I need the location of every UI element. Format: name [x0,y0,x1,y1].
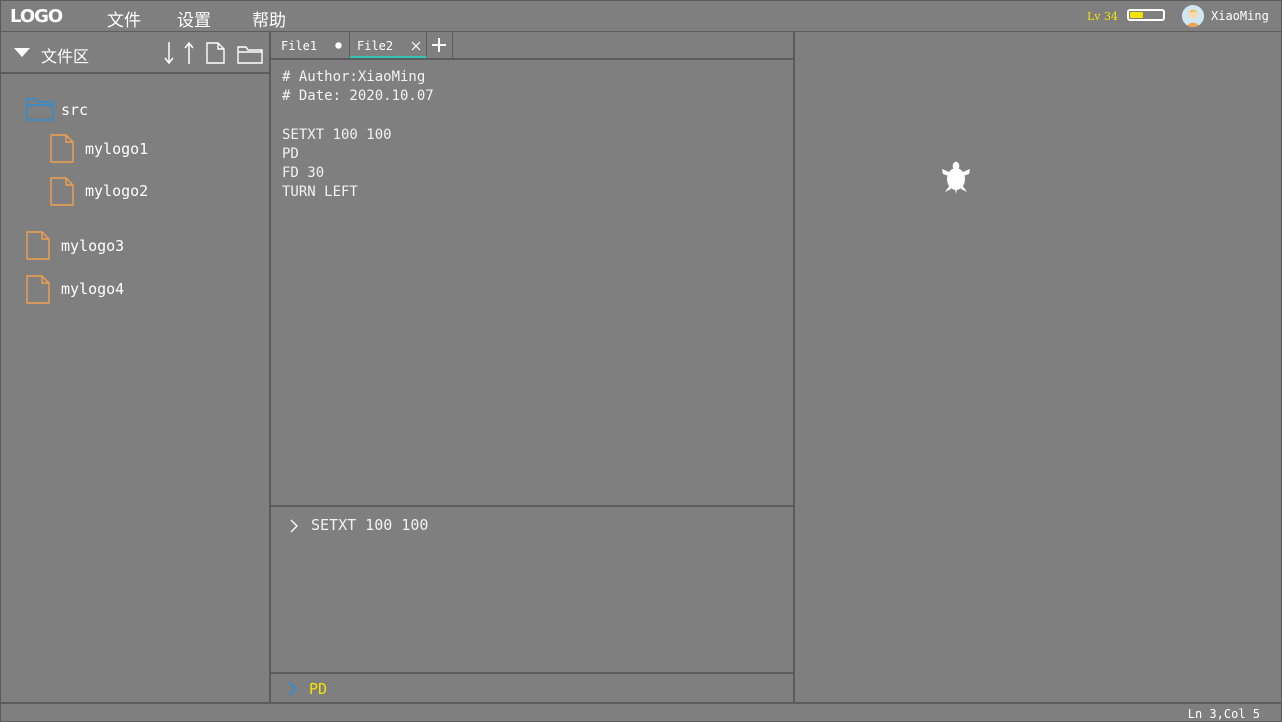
tree-file[interactable]: mylogo4 [61,280,124,298]
file-explorer-title: 文件区 [41,47,90,66]
menu-settings[interactable]: 设置 [177,6,211,31]
tab-label: File1 [281,39,318,53]
tree-folder-src[interactable]: src [61,101,88,119]
download-arrow-icon[interactable] [163,41,175,65]
tree-file[interactable]: mylogo1 [85,140,148,158]
folder-icon [26,97,54,121]
turtle-canvas[interactable] [795,32,1282,702]
file-explorer-header: 文件区 [0,32,269,74]
tab-label: File2 [357,39,394,53]
command-input[interactable] [309,678,779,700]
menu-bar: LOGO 文件 设置 帮助 Lv 34 XiaoMing [0,0,1282,32]
menu-file[interactable]: 文件 [107,6,141,31]
close-icon[interactable] [411,41,421,51]
upload-arrow-icon[interactable] [183,41,195,65]
status-bar: Ln 3,Col 5 [0,702,1282,722]
cursor-position: Ln 3,Col 5 [1187,707,1260,721]
new-file-icon[interactable] [206,42,225,64]
input-divider [271,672,793,674]
command-prompt-icon [288,681,297,696]
file-explorer: 文件区 src mylogo1 mylogo2 mylogo3 mylogo4 [0,32,271,702]
user-level: Lv 34 [1087,10,1119,23]
tree-file[interactable]: mylogo2 [85,182,148,200]
console-history-entry: SETXT 100 100 [311,516,429,534]
tree-file[interactable]: mylogo3 [61,237,124,255]
turtle-icon [941,161,971,195]
avatar[interactable] [1182,5,1204,27]
file-icon [26,231,51,260]
tab-bar: File1 File2 [271,32,793,60]
new-folder-icon[interactable] [237,44,263,64]
tab-file2[interactable]: File2 [350,32,427,58]
file-icon [50,177,75,206]
file-icon [26,275,51,304]
menu-help[interactable]: 帮助 [252,6,286,31]
xp-progress-fill [1130,12,1144,18]
plus-icon [432,38,446,52]
editor-panel: File1 File2 # Author:XiaoMing # Date: 20… [271,32,795,702]
app-logo: LOGO [10,6,63,27]
console-prompt-icon [290,519,298,533]
collapse-triangle-icon[interactable] [14,48,30,58]
add-tab-button[interactable] [427,32,453,58]
username[interactable]: XiaoMing [1211,9,1269,23]
code-editor[interactable]: # Author:XiaoMing # Date: 2020.10.07 SET… [282,68,434,202]
file-icon [50,134,75,163]
console-divider [271,505,793,507]
xp-progress-bar [1127,9,1165,21]
unsaved-dot-icon [335,42,342,49]
tab-file1[interactable]: File1 [271,32,350,58]
